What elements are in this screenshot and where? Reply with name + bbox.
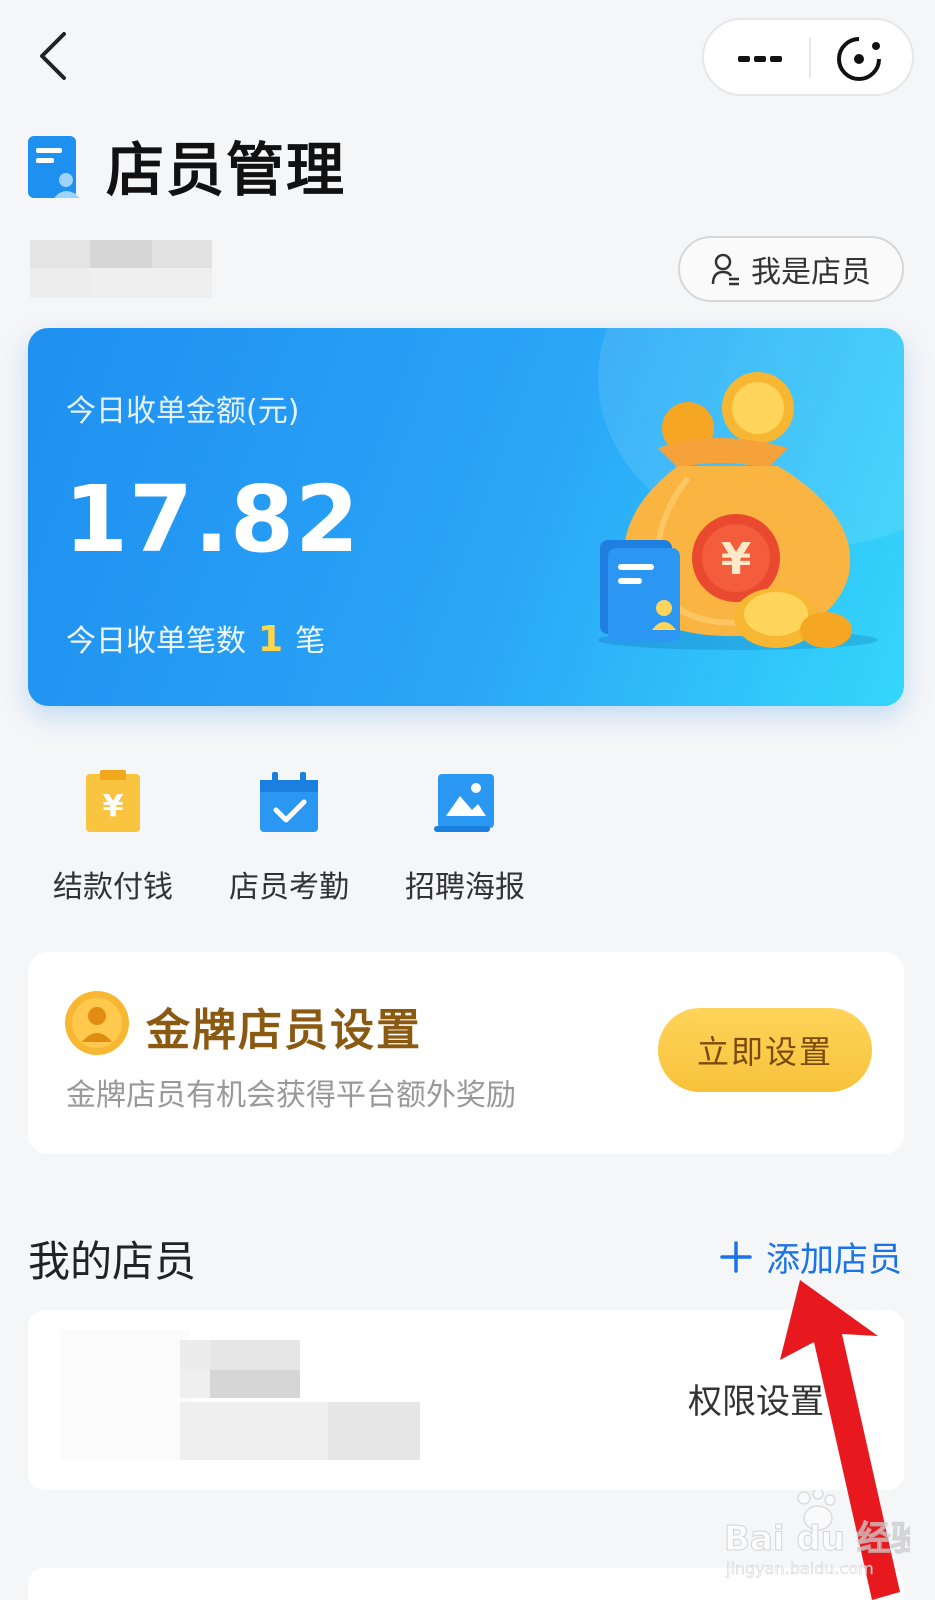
quick-action-label: 结款付钱 <box>53 870 173 905</box>
mini-program-capsule <box>702 18 914 96</box>
amount-label: 今日收单金额(元) <box>66 394 300 429</box>
money-bag-illustration: ¥ <box>598 372 878 650</box>
mini-program-close-icon <box>837 36 882 81</box>
count-suffix: 笔 <box>295 624 326 659</box>
person-switch-icon <box>711 253 739 286</box>
quick-action-attendance[interactable]: 店员考勤 <box>214 770 364 906</box>
watermark-url: jingyan.baidu.com <box>725 1559 874 1578</box>
watermark-brand: Bai du 经验 <box>724 1519 910 1559</box>
quick-action-poster[interactable]: 招聘海报 <box>390 770 540 906</box>
gold-staff-title: 金牌店员设置 <box>146 1005 422 1056</box>
plus-icon <box>720 1240 752 1273</box>
quick-action-label: 店员考勤 <box>229 870 349 905</box>
i-am-staff-button[interactable]: 我是店员 <box>678 236 904 302</box>
capsule-divider <box>809 38 811 78</box>
set-now-button[interactable]: 立即设置 <box>658 1008 872 1092</box>
gold-medal-icon <box>65 991 129 1055</box>
more-button[interactable] <box>730 40 790 76</box>
svg-text:¥: ¥ <box>721 534 752 585</box>
blurred-store-name <box>30 240 212 298</box>
add-staff-label: 添加店员 <box>766 1240 902 1280</box>
chevron-left-icon <box>40 32 66 80</box>
order-count: 今日收单笔数 1 笔 <box>66 616 325 660</box>
more-dots-icon <box>738 56 782 62</box>
back-button[interactable] <box>30 28 80 84</box>
close-button[interactable] <box>834 34 886 84</box>
quick-action-label: 招聘海报 <box>405 870 525 905</box>
count-value: 1 <box>258 619 284 660</box>
quick-action-payment[interactable]: ¥ 结款付钱 <box>38 770 188 906</box>
poster-image-icon <box>434 774 494 832</box>
count-prefix: 今日收单笔数 <box>66 624 246 659</box>
my-staff-title: 我的店员 <box>28 1237 197 1286</box>
today-summary-card: 今日收单金额(元) 17.82 今日收单笔数 1 笔 ¥ <box>28 328 904 706</box>
svg-text:¥: ¥ <box>103 789 124 824</box>
baidu-jingyan-watermark: Bai du 经验 jingyan.baidu.com <box>724 1490 910 1578</box>
page-title: 店员管理 <box>106 136 347 204</box>
gold-staff-subtitle: 金牌店员有机会获得平台额外奖励 <box>66 1078 516 1113</box>
staff-card-icon <box>28 136 86 206</box>
gold-staff-card: 金牌店员设置 金牌店员有机会获得平台额外奖励 立即设置 <box>28 952 904 1154</box>
calendar-check-icon <box>260 772 318 832</box>
i-am-staff-label: 我是店员 <box>751 255 871 290</box>
amount-value: 17.82 <box>64 466 361 573</box>
staff-list-item[interactable]: 权限设置 <box>28 1310 904 1490</box>
payment-yuan-icon: ¥ <box>86 770 140 832</box>
add-staff-button[interactable]: 添加店员 <box>720 1232 902 1281</box>
